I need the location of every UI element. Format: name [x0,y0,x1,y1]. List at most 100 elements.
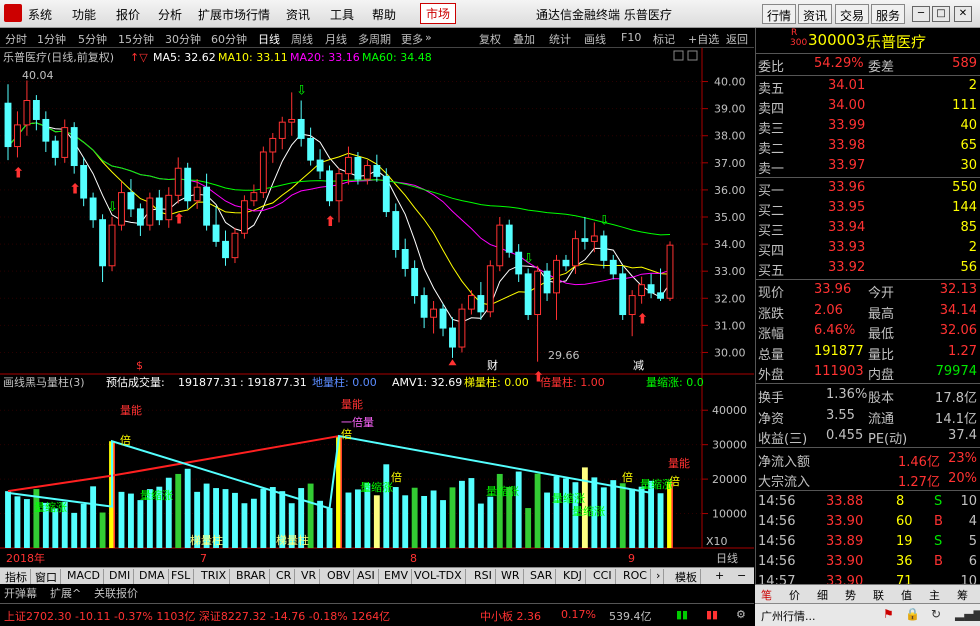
indtab-sar[interactable]: SAR [527,569,557,584]
period-30min[interactable]: 30分钟 [165,31,201,47]
candle-body [354,156,362,180]
indtab-fsl[interactable]: FSL [168,569,195,584]
indtab-roc[interactable]: ROC [620,569,651,584]
refresh-icon[interactable]: ↻ [931,607,941,621]
indtab-macd[interactable]: MACD [64,569,104,584]
rtab-3[interactable]: 势 [845,587,856,603]
rtab-6[interactable]: 主 [929,587,940,603]
tool-draw[interactable]: 画线 [584,31,606,47]
zoom-in-icon[interactable]: + [712,569,727,584]
buy-arrow-icon: ⬆ [69,182,81,198]
event-finance-marker[interactable]: 财 [487,358,498,372]
indtab-emv[interactable]: EMV [381,569,412,584]
period-monthly[interactable]: 月线 [325,31,347,47]
indtab-vr[interactable]: VR [298,569,321,584]
danmu-toggle[interactable]: 开弹幕 [4,585,37,601]
tool-add-watchlist[interactable]: +自选 [688,31,719,47]
quote-row: 总量 191877 量比 1.27 [756,342,980,363]
indtab-kdj[interactable]: KDJ [560,569,586,584]
quote-value: 33.96 [814,282,852,297]
quote-button[interactable]: 行情 [762,4,797,24]
chart-area[interactable]: ⬆⬆⬆ ⬆⬆⬆⇩⇩⇩⇩ 乐普医疗(日线,前复权) ↑▽ MA5: 32.62 MA… [0,48,754,567]
tool-back[interactable]: 返回 [726,31,748,47]
candle-body [165,194,173,221]
tool-f10[interactable]: F10 [621,31,641,44]
indtab-vol-tdx[interactable]: VOL-TDX [411,569,466,584]
signal-icon: ▂▄▆ [955,607,980,621]
indtab-asi[interactable]: ASI [354,569,379,584]
tool-stats[interactable]: 统计 [549,31,571,47]
candle [392,203,400,258]
indtab-obv[interactable]: OBV [324,569,355,584]
rtab-0[interactable]: 笔 [761,587,772,603]
close-icon[interactable]: ✕ [954,6,972,22]
news-button[interactable]: 资讯 [798,4,833,24]
period-1min[interactable]: 1分钟 [37,31,66,47]
tabs-scroll-right-icon[interactable]: › [653,569,665,584]
rtab-2[interactable]: 细 [817,587,828,603]
indtab-dma[interactable]: DMA [136,569,169,584]
flag-icon[interactable]: ⚑ [883,607,894,621]
volume-bar [525,508,532,548]
minimize-icon[interactable]: ─ [912,6,930,22]
event-reduce-marker[interactable]: 减 [633,359,644,372]
period-15min[interactable]: 15分钟 [118,31,154,47]
menu-market[interactable]: 市场 [420,3,457,24]
app-logo [4,4,22,22]
related-quote-tab[interactable]: 关联报价 [94,585,138,601]
indtab-wr[interactable]: WR [498,569,524,584]
expand-toggle[interactable]: 扩展^ [50,585,81,601]
sub-tabs: 开弹幕 扩展^ 关联报价 [0,584,754,600]
rtab-5[interactable]: 值 [901,587,912,603]
rtab-7[interactable]: 筹 [957,587,968,603]
ticker-gear-icon[interactable]: ⚙ [736,608,746,621]
indtab-1[interactable]: 窗口 [32,569,61,584]
tool-overlay[interactable]: 叠加 [513,31,535,47]
indtab-dmi[interactable]: DMI [106,569,135,584]
indtab-0[interactable]: 指标 [2,569,31,584]
weicha-value: 589 [952,56,977,71]
tool-restore-rights[interactable]: 复权 [479,31,501,47]
candle-body [590,235,598,242]
rtab-1[interactable]: 价 [789,587,800,603]
menu-analysis[interactable]: 分析 [158,6,182,23]
region-quote-bar[interactable]: 广州行情... ⚑ 🔒 ↻ ▂▄▆ [755,603,980,626]
zoom-out-icon[interactable]: − [734,569,749,584]
menu-quote[interactable]: 报价 [116,6,140,23]
candle-body [203,186,211,226]
menu-system[interactable]: 系统 [28,6,52,23]
bid-label: 买四 [758,244,785,259]
market-ticker[interactable]: 上证2702.30 -10.11 -0.37% 1103亿 深证8227.32 … [0,603,754,626]
quote-row: 涨幅 6.46% 最低 32.06 [756,321,980,342]
menu-extended-market[interactable]: 扩展市场行情 [198,6,270,23]
period-multi[interactable]: 多周期 [358,31,391,47]
service-button[interactable]: 服务 [871,4,906,24]
menu-help[interactable]: 帮助 [372,6,396,23]
period-5min[interactable]: 5分钟 [78,31,107,47]
period-weekly[interactable]: 周线 [291,31,313,47]
indtab-trix[interactable]: TRIX [198,569,231,584]
price-tick-label: 37.00 [714,157,746,170]
maximize-icon[interactable]: □ [932,6,950,22]
period-60min[interactable]: 60分钟 [211,31,247,47]
period-fenshi[interactable]: 分时 [5,31,27,47]
trade-button[interactable]: 交易 [835,4,870,24]
indtab-template[interactable]: 模板 [672,569,701,584]
menu-news[interactable]: 资讯 [286,6,310,23]
menu-tools[interactable]: 工具 [330,6,354,23]
event-dollar-marker[interactable]: $ [136,359,143,372]
rtab-4[interactable]: 联 [873,587,884,603]
period-more[interactable]: 更多 [401,31,423,47]
candle [70,122,78,174]
more-chevron-icon[interactable]: » [425,31,432,44]
quote-label: 现价 [758,286,785,301]
indtab-brar[interactable]: BRAR [233,569,270,584]
lock-icon[interactable]: 🔒 [905,607,920,621]
trade-time: 14:56 [758,494,796,509]
period-daily[interactable]: 日线 [258,31,280,47]
indtab-cr[interactable]: CR [273,569,296,584]
indtab-rsi[interactable]: RSI [471,569,496,584]
menu-function[interactable]: 功能 [72,6,96,23]
indtab-cci[interactable]: CCI [590,569,616,584]
tool-mark[interactable]: 标记 [653,31,675,47]
